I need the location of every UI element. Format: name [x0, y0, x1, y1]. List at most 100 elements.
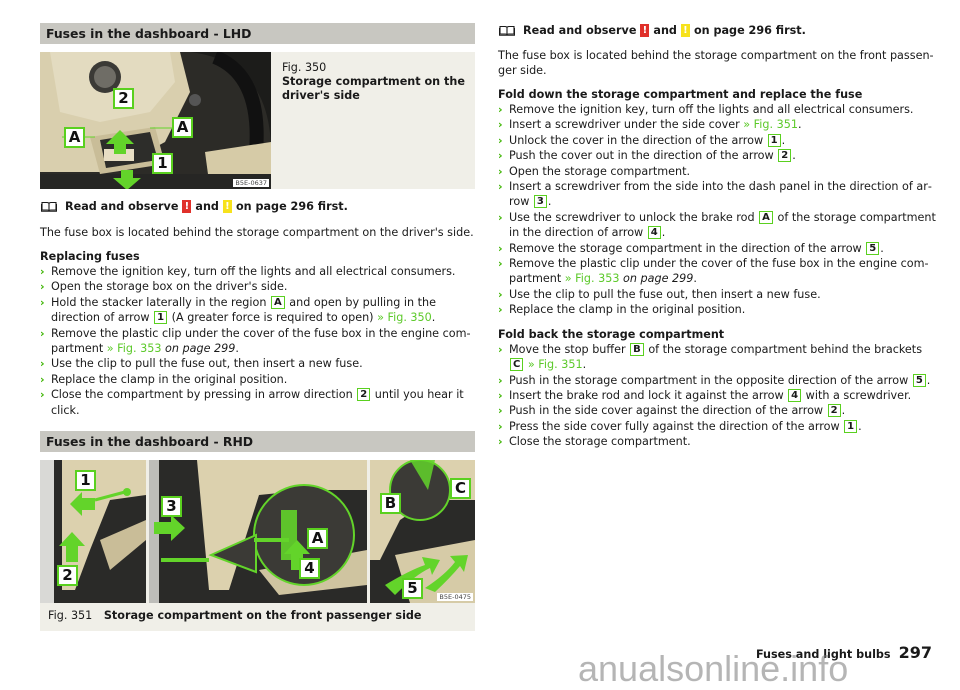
step-item: › Press the side cover fully against the …: [498, 419, 938, 434]
dash-panel-photo: [149, 460, 367, 604]
step-text: .: [858, 419, 862, 433]
figure-351-image: 1 2 3 4 A B C 5 B5E-0475: [40, 460, 475, 604]
figure-label: 4: [299, 558, 320, 580]
callout-tag: 1: [154, 311, 168, 325]
step-item: › Replace the clamp in the original posit…: [40, 372, 475, 387]
figure-label: 1: [75, 470, 96, 492]
step-text: Use the clip to pull the fuse out, then …: [51, 357, 363, 371]
figure-351: 1 2 3 4 A B C 5 B5E-0475 Fig. 351 Storag…: [40, 460, 475, 632]
step-text: Use the screwdriver to unlock the brake …: [509, 210, 759, 224]
callout-tag: 1: [767, 133, 781, 147]
step-text: .: [880, 241, 884, 255]
step-text: .: [235, 342, 239, 356]
step-text: .: [661, 226, 666, 240]
step-text: .: [797, 118, 802, 132]
step-text: Push in the storage compartment in the o…: [509, 373, 912, 387]
chevron-right-icon: ›: [498, 210, 503, 224]
figure-reference-link[interactable]: » Fig. 353: [565, 272, 620, 285]
step-item: › Remove the storage compartment in the d…: [498, 241, 938, 256]
step-item: › Push in the side cover against the dire…: [498, 403, 938, 418]
callout-tag: 2: [778, 149, 792, 163]
step-text: (A greater force is required to open): [168, 311, 378, 325]
chevron-right-icon: ›: [498, 103, 503, 116]
step-text: Close the compartment by pressing in arr…: [51, 388, 357, 402]
step-text: Replace the clamp in the original positi…: [51, 372, 288, 386]
chevron-right-icon: ›: [498, 257, 503, 271]
step-text: Open the storage compartment.: [509, 164, 691, 178]
step-text: .: [431, 311, 436, 325]
image-code: B5E-0475: [437, 593, 473, 602]
chevron-right-icon: ›: [40, 372, 45, 386]
chevron-right-icon: ›: [40, 280, 45, 294]
step-item: › Remove the ignition key, turn off the l…: [498, 102, 938, 117]
image-code: B5E-0637: [233, 179, 269, 187]
figure-title: Storage compartment on the driver's side: [282, 75, 465, 102]
warning-yellow-icon: !: [222, 199, 232, 213]
figure-panel-2: 3 4 A: [149, 460, 367, 604]
step-item: › Unlock the cover in the direction of th…: [498, 133, 938, 148]
steps-list: › Remove the ignition key, turn off the l…: [40, 264, 475, 418]
callout-tag: 5: [912, 373, 926, 387]
chevron-right-icon: ›: [40, 295, 45, 309]
figure-number: Fig. 350: [282, 61, 327, 74]
step-text: Replace the clamp in the original positi…: [509, 303, 746, 317]
figure-reference-link[interactable]: » Fig. 353: [107, 342, 162, 355]
callout-tag: C: [510, 358, 524, 372]
callout-tag: 1: [844, 419, 858, 433]
step-text: .: [547, 195, 552, 209]
step-text: of the storage compartment behind the br…: [644, 342, 923, 356]
page-footer: Fuses and light bulbs 297: [756, 643, 932, 662]
read-notice-suffix: on page 296 first.: [693, 23, 806, 37]
figure-number: Fig. 351: [48, 609, 93, 623]
step-text: Insert a screwdriver from the side into …: [509, 180, 932, 209]
steps-list-fold-back: › Move the stop buffer B of the storage c…: [498, 342, 938, 450]
chevron-right-icon: ›: [498, 435, 503, 449]
step-item: › Insert the brake rod and lock it agains…: [498, 388, 938, 403]
chevron-right-icon: ›: [40, 326, 45, 340]
figure-reference-link[interactable]: » Fig. 350: [377, 311, 432, 324]
page-reference: on page 299: [165, 342, 236, 356]
step-text: with a screwdriver.: [802, 388, 912, 402]
read-notice: Read and observe ! and ! on page 296 fir…: [40, 199, 475, 213]
intro-paragraph: The fuse box is located behind the stora…: [498, 49, 934, 77]
chevron-right-icon: ›: [498, 287, 503, 301]
step-text: Unlock the cover in the direction of the…: [509, 133, 767, 147]
left-column: Fuses in the dashboard - LHD 2 A A 1 B5E…: [40, 23, 475, 632]
steps-list-fold-down: › Remove the ignition key, turn off the l…: [498, 102, 938, 318]
step-text: .: [582, 358, 587, 372]
warning-red-icon: !: [182, 199, 192, 213]
read-notice-middle: and: [195, 199, 219, 213]
figure-title: Storage compartment on the front passeng…: [103, 609, 422, 623]
step-item: › Use the clip to pull the fuse out, then…: [40, 356, 475, 371]
figure-reference-link[interactable]: » Fig. 351: [743, 118, 798, 131]
figure-label: 5: [402, 578, 423, 600]
page-number: 297: [898, 643, 932, 662]
read-notice-suffix: on page 296 first.: [235, 199, 348, 213]
callout-tag: A: [270, 295, 285, 309]
chevron-right-icon: ›: [498, 149, 503, 163]
figure-350-image: 2 A A 1 B5E-0637: [40, 52, 271, 189]
book-icon: [499, 25, 515, 36]
chevron-right-icon: ›: [498, 404, 503, 418]
chevron-right-icon: ›: [40, 265, 45, 278]
callout-tag: B: [630, 342, 644, 356]
step-item: › Close the storage compartment.: [498, 434, 938, 449]
read-notice-middle: and: [653, 23, 677, 37]
figure-350: 2 A A 1 B5E-0637 Fig. 350 Storage compar…: [40, 52, 475, 189]
step-text: .: [792, 149, 796, 163]
read-notice-prefix: Read and observe: [65, 199, 179, 213]
subheading-fold-down: Fold down the storage compartment and re…: [498, 88, 863, 101]
step-item: › Insert a screwdriver under the side cov…: [498, 117, 938, 132]
callout-tag: 3: [533, 195, 547, 209]
chevron-right-icon: ›: [40, 357, 45, 371]
step-item: › Remove the ignition key, turn off the l…: [40, 264, 475, 279]
callout-tag: 4: [647, 226, 661, 240]
figure-panel-1: 1 2: [40, 460, 146, 604]
figure-panel-3: B C 5 B5E-0475: [370, 460, 475, 604]
callout-tag: 2: [827, 404, 841, 418]
step-text: .: [841, 404, 846, 418]
intro-paragraph: The fuse box is located behind the stora…: [40, 226, 474, 239]
figure-reference-link[interactable]: » Fig. 351: [528, 358, 583, 371]
step-text: Remove the storage compartment in the di…: [509, 241, 866, 255]
chevron-right-icon: ›: [498, 373, 503, 387]
